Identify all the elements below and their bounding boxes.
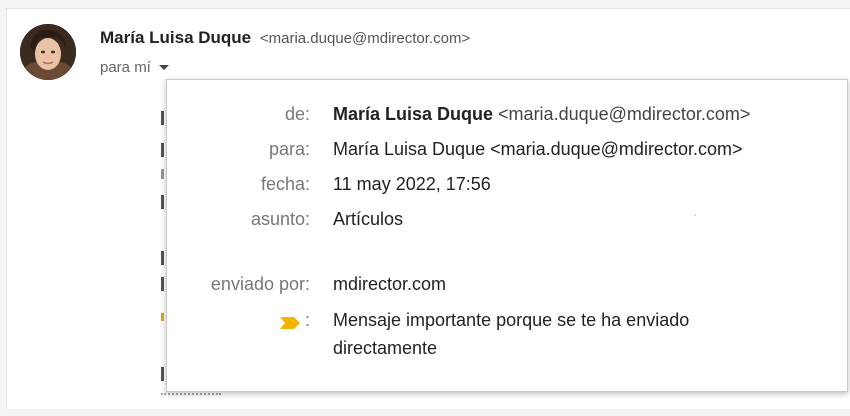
recipient-details-toggle[interactable]: para mí [100, 59, 169, 76]
body-text-fragment [161, 111, 164, 125]
recipient-label: para mí [100, 59, 151, 76]
detail-row-sent-by: enviado por: mdirector.com [167, 274, 847, 300]
date-label: fecha: [260, 174, 310, 194]
subject-value: Artículos [333, 209, 404, 229]
from-value: María Luisa Duque <maria.duque@mdirector… [333, 104, 750, 125]
importance-value: Mensaje importante porque se te ha envia… [333, 310, 690, 358]
from-label: de: [284, 104, 310, 124]
sent-by-value: mdirector.com [333, 274, 447, 294]
detail-row-from: de: María Luisa Duque <maria.duque@mdire… [167, 104, 847, 130]
body-text-fragment [161, 393, 221, 401]
body-text-fragment [161, 367, 164, 381]
body-text-fragment [161, 313, 164, 321]
decorative-dot [694, 214, 696, 216]
to-value: María Luisa Duque <maria.duque@mdirector… [333, 139, 743, 159]
detail-row-to: para: María Luisa Duque <maria.duque@mdi… [167, 139, 847, 165]
body-text-fragment [161, 143, 164, 157]
subject-label: asunto: [250, 209, 310, 229]
sender-line: María Luisa Duque <maria.duque@mdirector… [100, 28, 470, 48]
sender-avatar[interactable] [20, 24, 76, 80]
importance-colon: : [304, 310, 310, 330]
sent-by-label: enviado por: [210, 274, 310, 294]
to-label: para: [268, 139, 310, 159]
detail-row-subject: asunto: Artículos [167, 209, 847, 235]
detail-row-importance: : Mensaje importante porque se te ha env… [167, 310, 847, 358]
sender-email: <maria.duque@mdirector.com> [259, 30, 471, 47]
sender-name[interactable]: María Luisa Duque [100, 28, 251, 47]
body-text-fragment [161, 195, 164, 209]
body-text-fragment [161, 277, 164, 291]
avatar-photo-icon [20, 24, 76, 80]
detail-row-date: fecha: 11 may 2022, 17:56 [167, 174, 847, 200]
from-name: María Luisa Duque [333, 104, 494, 124]
body-text-fragment [161, 251, 164, 265]
date-value: 11 may 2022, 17:56 [333, 174, 491, 194]
body-text-fragment [161, 169, 164, 179]
from-email: <maria.duque@mdirector.com> [498, 104, 751, 124]
message-details-popup: de: María Luisa Duque <maria.duque@mdire… [166, 79, 848, 392]
chevron-down-icon[interactable] [158, 64, 169, 70]
important-marker-icon [279, 314, 301, 335]
